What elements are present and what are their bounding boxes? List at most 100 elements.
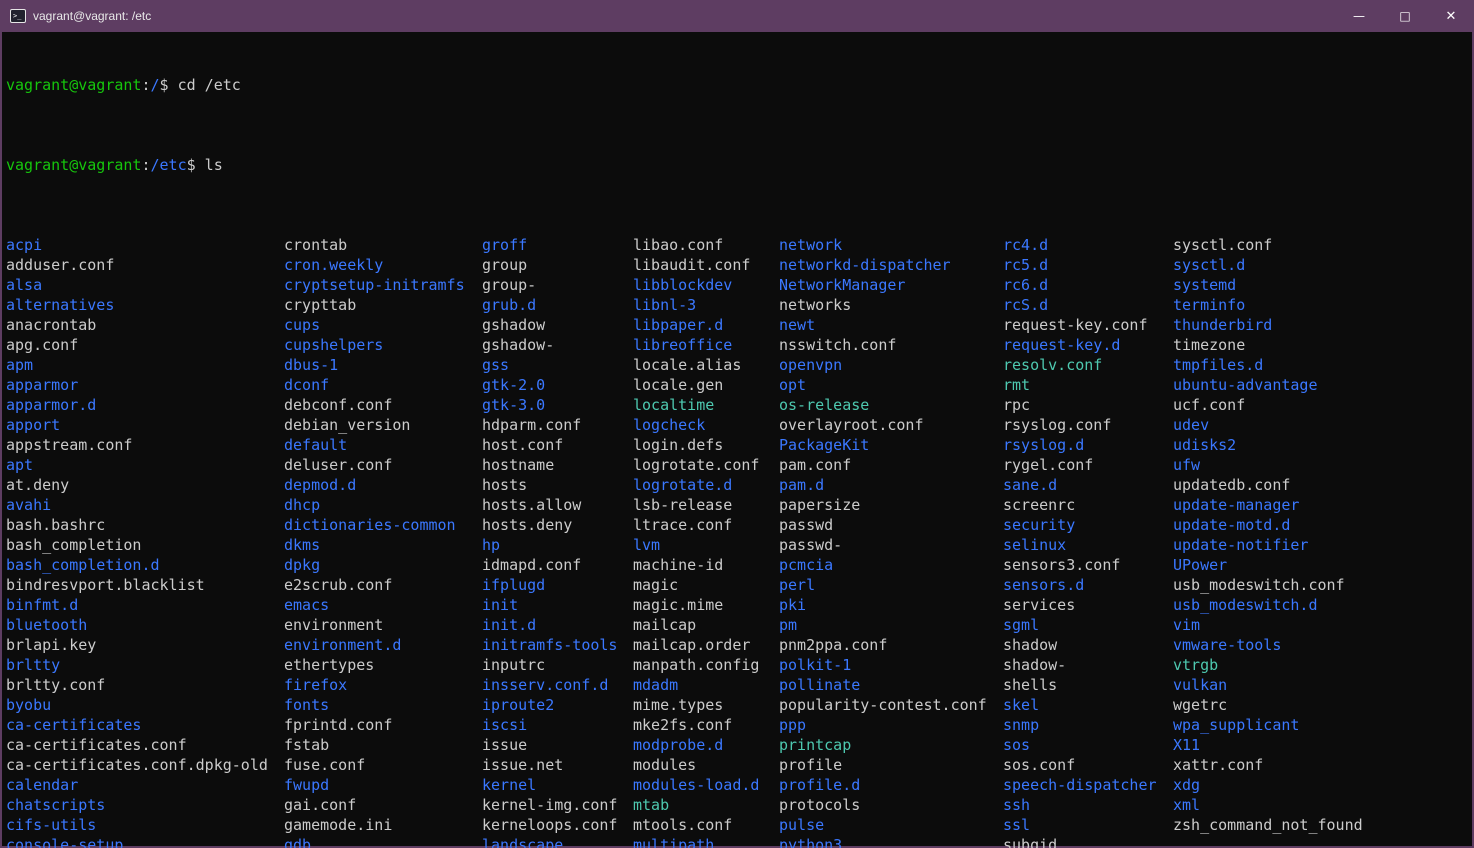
directory-entry: cups (284, 315, 465, 335)
file-entry: subgid (1003, 835, 1157, 848)
file-entry: crontab (284, 235, 465, 255)
file-entry: brltty.conf (6, 675, 268, 695)
terminal-icon: >_ (10, 9, 26, 23)
directory-entry: xdg (1173, 775, 1363, 795)
minimize-button[interactable]: — (1336, 0, 1382, 32)
terminal-content[interactable]: vagrant@vagrant:/$cd /etc vagrant@vagran… (2, 32, 1472, 848)
file-entry: rygel.conf (1003, 455, 1157, 475)
directory-entry: wpa_supplicant (1173, 715, 1363, 735)
file-entry: crypttab (284, 295, 465, 315)
directory-entry: systemd (1173, 275, 1363, 295)
file-entry: deluser.conf (284, 455, 465, 475)
file-entry: protocols (779, 795, 987, 815)
file-entry: shells (1003, 675, 1157, 695)
directory-entry: dictionaries-common (284, 515, 465, 535)
directory-entry: binfmt.d (6, 595, 268, 615)
directory-entry: gss (482, 355, 617, 375)
symlink-entry: resolv.conf (1003, 355, 1157, 375)
directory-entry: PackageKit (779, 435, 987, 455)
file-entry: ucf.conf (1173, 395, 1363, 415)
file-entry: appstream.conf (6, 435, 268, 455)
directory-entry: usb_modeswitch.d (1173, 595, 1363, 615)
directory-entry: NetworkManager (779, 275, 987, 295)
file-entry: kernel-img.conf (482, 795, 617, 815)
directory-entry: sgml (1003, 615, 1157, 635)
file-entry: magic.mime (633, 595, 759, 615)
file-entry: ethertypes (284, 655, 465, 675)
directory-entry: request-key.d (1003, 335, 1157, 355)
file-entry: modules (633, 755, 759, 775)
directory-entry: cron.weekly (284, 255, 465, 275)
file-entry: passwd- (779, 535, 987, 555)
file-entry: pnm2ppa.conf (779, 635, 987, 655)
directory-entry: pulse (779, 815, 987, 835)
directory-entry: ufw (1173, 455, 1363, 475)
directory-entry: newt (779, 315, 987, 335)
file-entry: manpath.config (633, 655, 759, 675)
directory-entry: init.d (482, 615, 617, 635)
file-entry: e2scrub.conf (284, 575, 465, 595)
symlink-entry: os-release (779, 395, 987, 415)
command-text: ls (205, 156, 223, 174)
file-entry: overlayroot.conf (779, 415, 987, 435)
file-entry: ca-certificates.conf.dpkg-old (6, 755, 268, 775)
directory-entry: logrotate.d (633, 475, 759, 495)
file-entry: fuse.conf (284, 755, 465, 775)
directory-entry: rcS.d (1003, 295, 1157, 315)
directory-entry: byobu (6, 695, 268, 715)
window-controls: — □ ✕ (1336, 0, 1474, 32)
directory-entry: security (1003, 515, 1157, 535)
directory-entry: pcmcia (779, 555, 987, 575)
file-entry: shadow- (1003, 655, 1157, 675)
directory-entry: python3 (779, 835, 987, 848)
maximize-button[interactable]: □ (1382, 0, 1428, 32)
directory-entry: depmod.d (284, 475, 465, 495)
titlebar[interactable]: >_ vagrant@vagrant: /etc — □ ✕ (0, 0, 1474, 32)
directory-entry: sysctl.d (1173, 255, 1363, 275)
directory-entry: pki (779, 595, 987, 615)
directory-entry: hp (482, 535, 617, 555)
directory-entry: ifplugd (482, 575, 617, 595)
file-entry: debconf.conf (284, 395, 465, 415)
directory-entry: skel (1003, 695, 1157, 715)
directory-entry: polkit-1 (779, 655, 987, 675)
directory-entry: apt (6, 455, 268, 475)
directory-entry: calendar (6, 775, 268, 795)
directory-entry: perl (779, 575, 987, 595)
file-entry: at.deny (6, 475, 268, 495)
directory-entry: libblockdev (633, 275, 759, 295)
directory-entry: X11 (1173, 735, 1363, 755)
prompt-user: vagrant@vagrant (6, 76, 141, 94)
symlink-entry: vtrgb (1173, 655, 1363, 675)
file-entry: locale.alias (633, 355, 759, 375)
file-entry: kerneloops.conf (482, 815, 617, 835)
file-entry: group- (482, 275, 617, 295)
file-entry: lsb-release (633, 495, 759, 515)
file-entry: sysctl.conf (1173, 235, 1363, 255)
file-entry: ca-certificates.conf (6, 735, 268, 755)
prompt-path: /etc (151, 156, 187, 174)
directory-entry: pam.d (779, 475, 987, 495)
directory-entry: fonts (284, 695, 465, 715)
directory-entry: landscape (482, 835, 617, 848)
directory-entry: apm (6, 355, 268, 375)
close-button[interactable]: ✕ (1428, 0, 1474, 32)
file-entry: mailcap (633, 615, 759, 635)
file-entry: hosts (482, 475, 617, 495)
directory-entry: iscsi (482, 715, 617, 735)
file-entry: profile (779, 755, 987, 775)
directory-entry: udisks2 (1173, 435, 1363, 455)
directory-entry: gtk-2.0 (482, 375, 617, 395)
file-entry: papersize (779, 495, 987, 515)
symlink-entry: localtime (633, 395, 759, 415)
file-entry: hosts.deny (482, 515, 617, 535)
file-entry: bash.bashrc (6, 515, 268, 535)
symlink-entry: mtab (633, 795, 759, 815)
directory-entry: environment.d (284, 635, 465, 655)
terminal-window: >_ vagrant@vagrant: /etc — □ ✕ vagrant@v… (0, 0, 1474, 848)
file-entry: login.defs (633, 435, 759, 455)
file-entry: machine-id (633, 555, 759, 575)
directory-entry: sos (1003, 735, 1157, 755)
directory-entry: sensors.d (1003, 575, 1157, 595)
file-entry: popularity-contest.conf (779, 695, 987, 715)
